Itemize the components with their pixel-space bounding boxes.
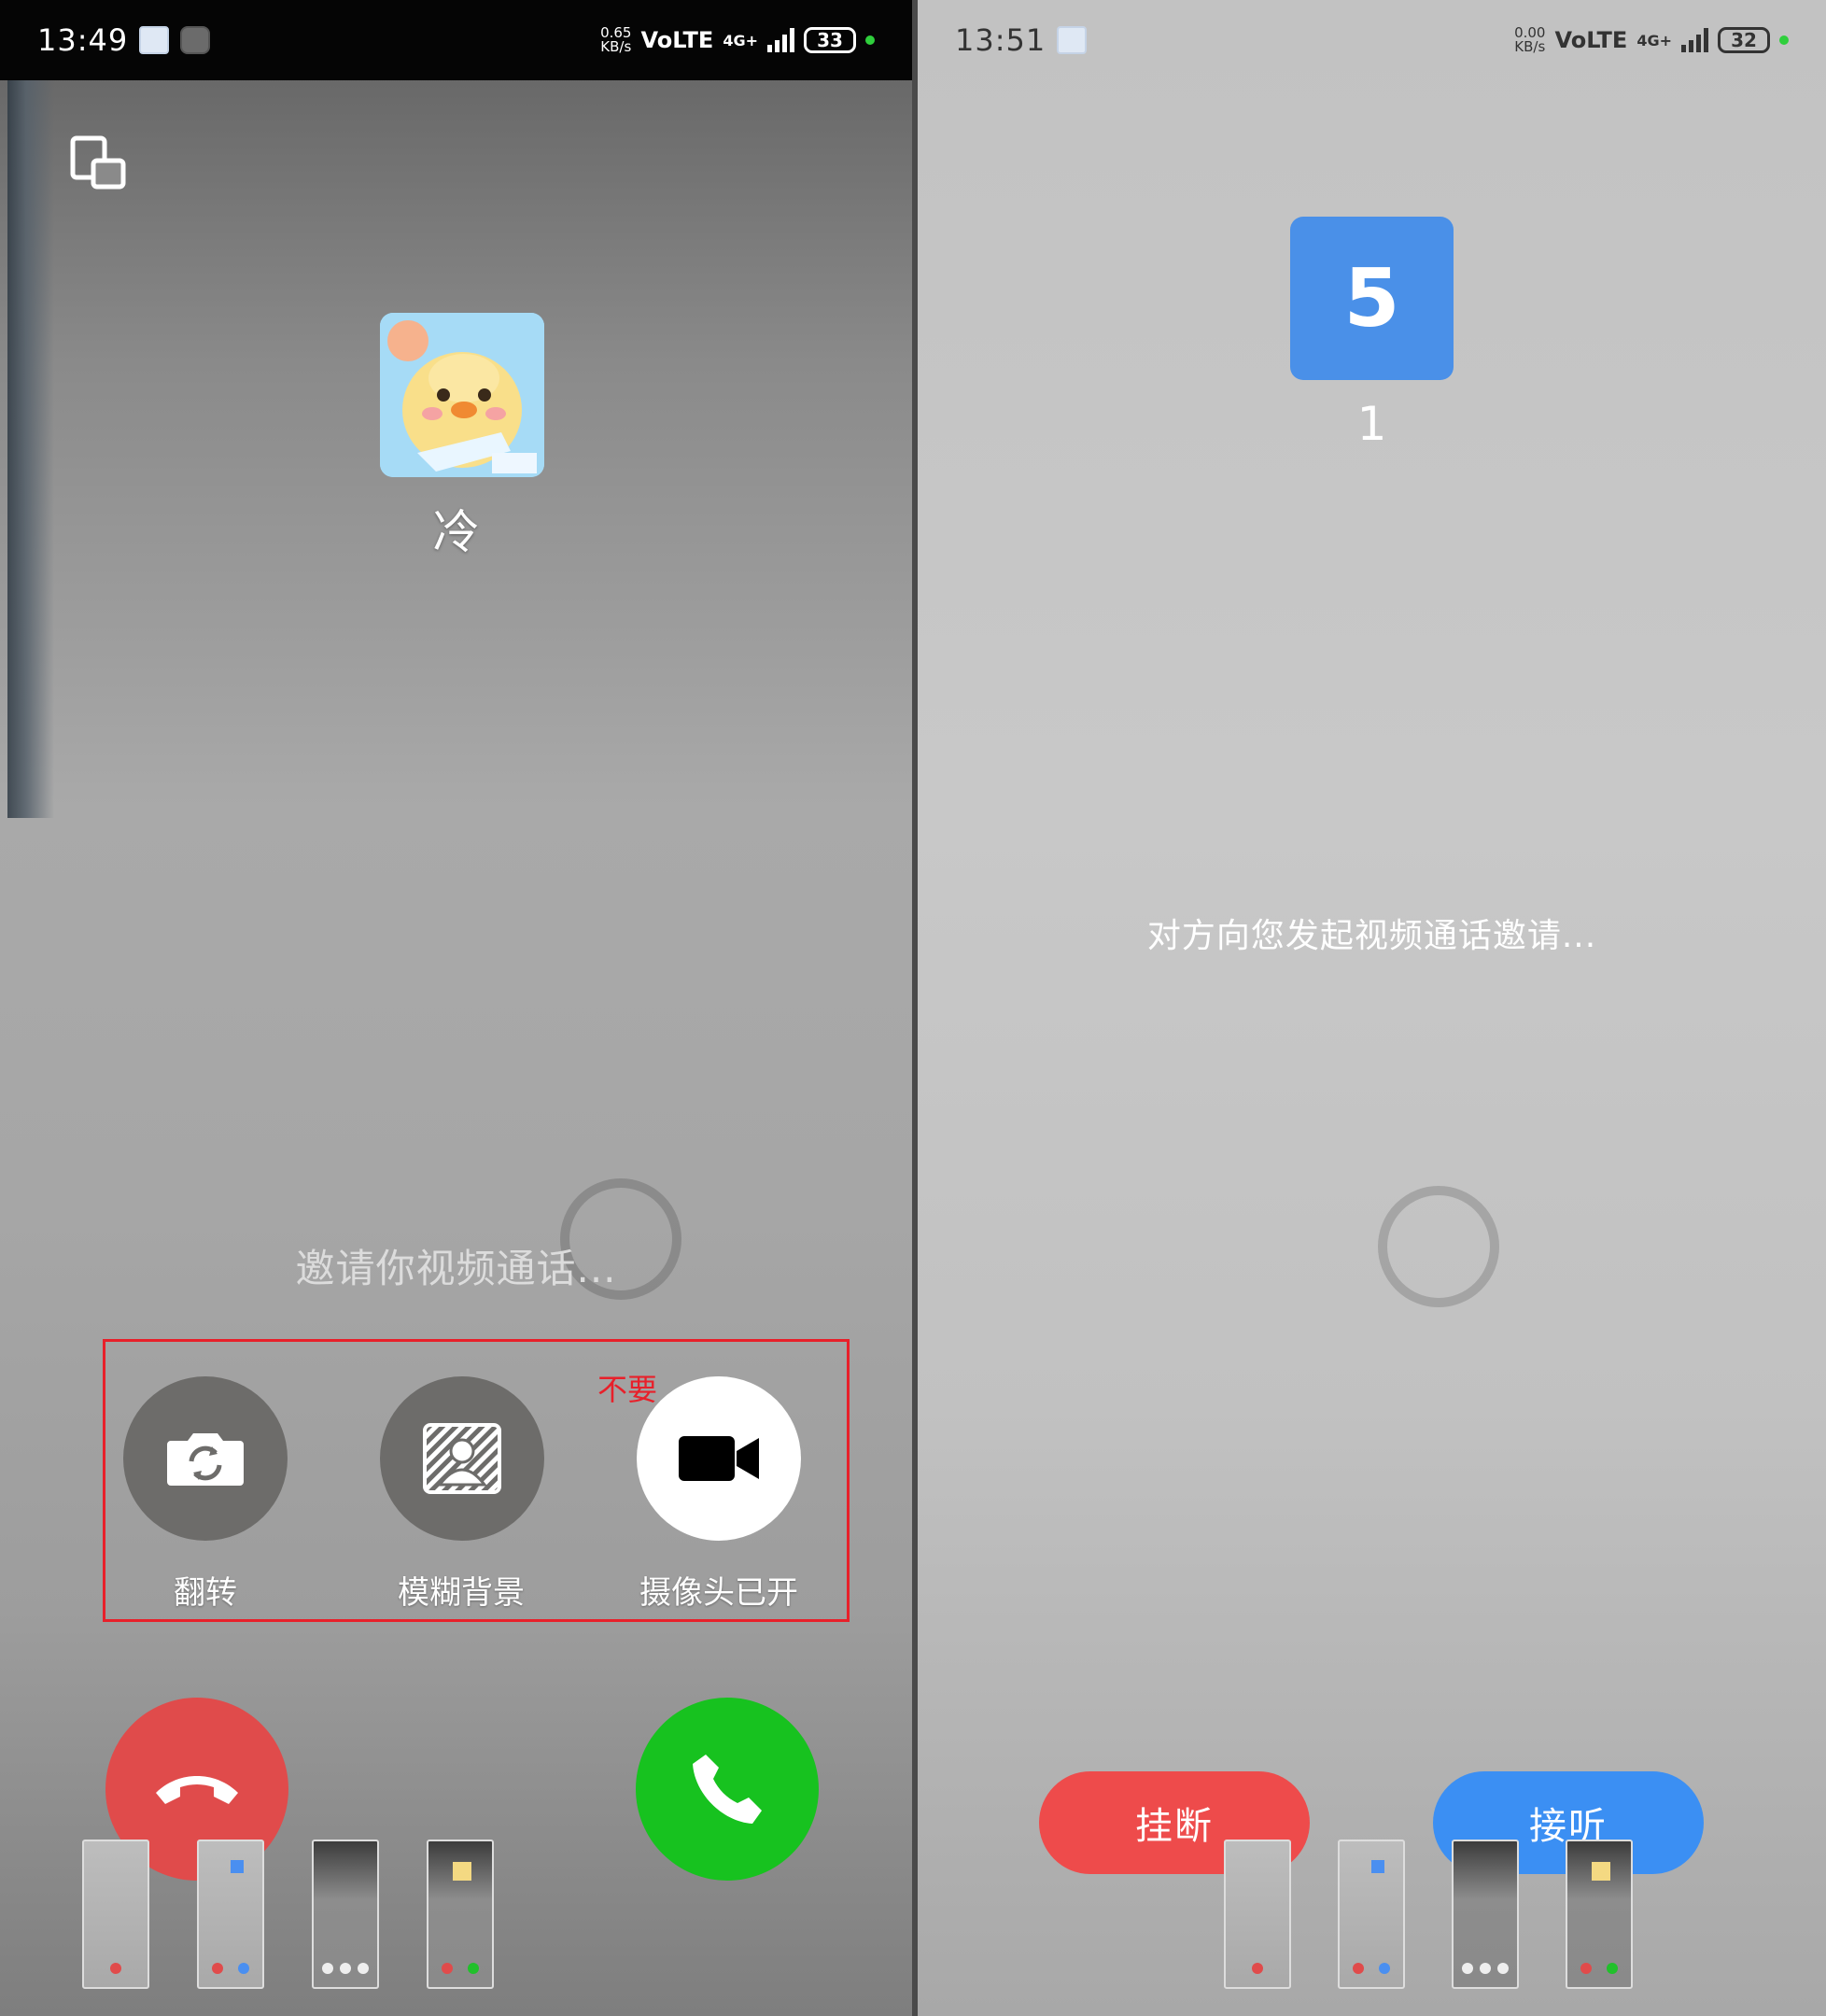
volte-label: VoLTE [1554,27,1628,53]
camera-toggle-button[interactable] [637,1376,801,1541]
caller-name: 冷 [432,505,480,559]
flip-camera-icon [167,1433,244,1486]
minimize-window-icon[interactable] [69,134,129,192]
invite-status-text: 邀请你视频通话... [295,1246,617,1291]
thumbnail-4[interactable] [427,1840,494,1989]
camera-toggle-label: 摄像头已开 [639,1574,798,1612]
thumbnail-3[interactable] [312,1840,379,1989]
video-camera-icon [679,1436,759,1481]
thumbnail-3[interactable] [1452,1840,1519,1989]
contact-name: 1 [1356,397,1387,451]
network-generation: 4G+ [723,31,758,49]
thumbnail-1[interactable] [1224,1840,1291,1989]
network-generation: 4G+ [1636,31,1672,49]
privacy-indicator-icon [1779,35,1789,45]
thumbnail-2[interactable] [197,1840,264,1989]
status-bar-right: 13:51 0.00 KB/s VoLTE 4G+ 32 [918,0,1826,80]
annotation-text: 不要 [597,1372,658,1407]
background-ring-mark [1378,1186,1499,1307]
background-wall-edge [7,80,54,818]
battery-level: 32 [1731,29,1757,51]
thumbnail-strip [82,1840,494,1989]
network-speed: 0.65 KB/s [600,26,631,54]
battery-icon: 33 [804,27,856,53]
duck-avatar-icon [380,313,544,477]
flip-camera-button[interactable] [123,1376,288,1541]
status-time-right: 13:51 [955,22,1046,58]
signal-icon [767,28,794,52]
network-speed-unit: KB/s [1514,38,1546,55]
answer-button[interactable] [636,1698,819,1881]
caller-avatar [380,313,544,477]
signal-icon [1681,28,1708,52]
hangup-phone-icon [156,1776,238,1804]
contact-avatar-badge: 5 [1290,217,1454,380]
blur-background-icon [423,1423,501,1494]
invite-status-text: 对方向您发起视频通话邀请... [1146,917,1597,955]
thumbnail-2[interactable] [1338,1840,1405,1989]
network-speed-right: 0.00 KB/s [1514,26,1545,54]
notification-app-icon [139,26,170,54]
notification-app-icon [1057,26,1088,54]
incoming-call-screen-left: 13:49 0.65 KB/s VoLTE 4G+ 33 冷 邀请你视频通话..… [0,0,912,2016]
status-bar: 13:49 0.65 KB/s VoLTE 4G+ 33 [0,0,912,80]
thumbnail-strip [1224,1840,1633,1989]
wechat-icon [180,26,211,54]
status-time: 13:49 [37,22,129,58]
volte-label: VoLTE [640,27,714,53]
flip-camera-label: 翻转 [174,1574,237,1612]
blur-background-label: 模糊背景 [398,1574,525,1612]
thumbnail-4[interactable] [1566,1840,1633,1989]
battery-icon: 32 [1718,27,1770,53]
answer-phone-icon [693,1755,762,1824]
privacy-indicator-icon [865,35,875,45]
thumbnail-1[interactable] [82,1840,149,1989]
battery-level: 33 [817,29,843,51]
blur-background-button[interactable] [380,1376,544,1541]
incoming-call-screen-right: 13:51 0.00 KB/s VoLTE 4G+ 32 5 1 对方向您发起视… [918,0,1826,2016]
network-speed-unit: KB/s [600,38,632,55]
